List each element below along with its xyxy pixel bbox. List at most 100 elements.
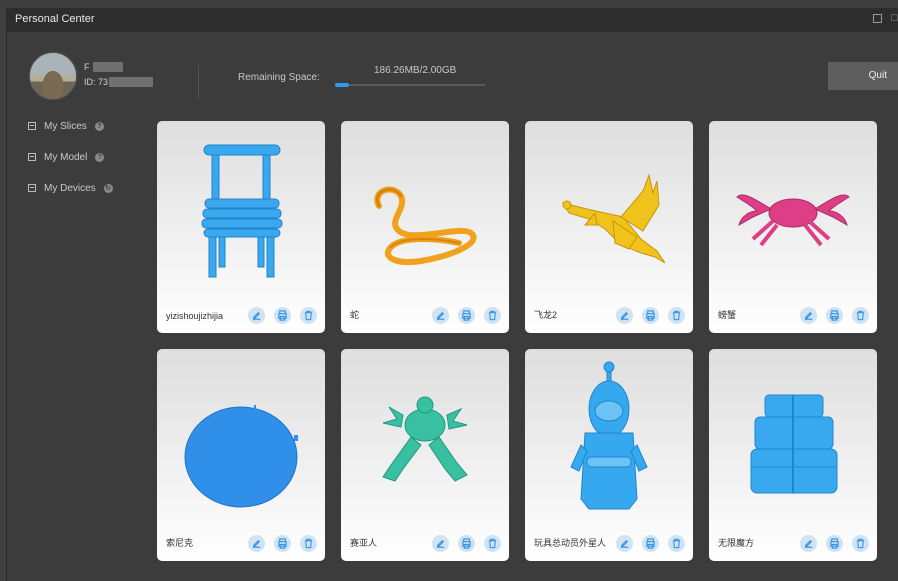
snake-model-thumbnail bbox=[374, 186, 477, 265]
redacted-id bbox=[109, 77, 153, 87]
edit-icon bbox=[252, 311, 261, 320]
trash-icon bbox=[856, 538, 865, 549]
saiyan-model-thumbnail bbox=[382, 396, 468, 482]
sidebar-item-my-model[interactable]: My Model ? bbox=[28, 149, 128, 165]
delete-button[interactable] bbox=[668, 307, 685, 324]
maximize-icon[interactable] bbox=[873, 14, 882, 23]
remaining-space-value: 186.26MB/2.00GB bbox=[374, 65, 457, 76]
model-name: 玩具总动员外星人 bbox=[534, 538, 607, 548]
delete-button[interactable] bbox=[484, 535, 501, 552]
help-icon[interactable]: ? bbox=[95, 152, 105, 162]
help-icon[interactable]: ? bbox=[94, 121, 104, 131]
edit-button[interactable] bbox=[432, 535, 449, 552]
printer-icon bbox=[646, 538, 655, 549]
printer-icon bbox=[462, 538, 471, 549]
trash-icon bbox=[856, 310, 865, 321]
sidebar-item-my-devices[interactable]: My Devices ↻ bbox=[28, 180, 128, 196]
trash-icon bbox=[304, 538, 313, 549]
printer-icon bbox=[278, 538, 287, 549]
printer-icon bbox=[278, 310, 287, 321]
window-title: Personal Center bbox=[15, 13, 95, 25]
trash-icon bbox=[304, 310, 313, 321]
model-name: 飞龙2 bbox=[534, 310, 558, 320]
folder-icon bbox=[28, 153, 36, 161]
edit-button[interactable] bbox=[800, 535, 817, 552]
print-button[interactable] bbox=[274, 535, 291, 552]
alien-model-thumbnail bbox=[570, 361, 648, 510]
sidebar-item-label: My Model bbox=[44, 151, 88, 163]
print-button[interactable] bbox=[642, 307, 659, 324]
print-button[interactable] bbox=[826, 307, 843, 324]
infinity-cube-model-thumbnail bbox=[750, 394, 838, 494]
redacted-name bbox=[93, 62, 123, 72]
header-divider bbox=[198, 65, 199, 99]
quit-button[interactable]: Quit bbox=[828, 62, 898, 90]
delete-button[interactable] bbox=[668, 535, 685, 552]
sidebar-item-label: My Devices bbox=[44, 182, 96, 194]
delete-button[interactable] bbox=[484, 307, 501, 324]
printer-icon bbox=[830, 310, 839, 321]
delete-button[interactable] bbox=[852, 535, 869, 552]
model-name: 螃蟹 bbox=[718, 310, 737, 320]
folder-icon bbox=[28, 184, 36, 192]
remaining-space-label: Remaining Space: bbox=[238, 72, 320, 83]
printer-icon bbox=[830, 538, 839, 549]
user-name: F bbox=[84, 62, 90, 72]
dragon-model-thumbnail bbox=[561, 173, 666, 264]
print-button[interactable] bbox=[458, 307, 475, 324]
edit-icon bbox=[620, 539, 629, 548]
title-bar: Personal Center □ bbox=[7, 8, 898, 32]
model-card[interactable]: 螃蟹 bbox=[709, 121, 877, 333]
edit-button[interactable] bbox=[616, 307, 633, 324]
print-button[interactable] bbox=[826, 535, 843, 552]
trash-icon bbox=[672, 310, 681, 321]
edit-button[interactable] bbox=[616, 535, 633, 552]
chair-model-thumbnail bbox=[201, 144, 283, 278]
print-button[interactable] bbox=[458, 535, 475, 552]
model-card[interactable]: 索尼克 bbox=[157, 349, 325, 561]
storage-progress-bar bbox=[335, 83, 485, 87]
model-name: 赛亚人 bbox=[350, 538, 378, 548]
model-name: 蛇 bbox=[350, 310, 360, 320]
model-name: yizishoujizhijia bbox=[166, 311, 224, 321]
edit-button[interactable] bbox=[432, 307, 449, 324]
delete-button[interactable] bbox=[300, 535, 317, 552]
model-name: 无限魔方 bbox=[718, 538, 755, 548]
storage-progress-fill bbox=[335, 83, 349, 87]
model-name: 索尼克 bbox=[166, 538, 194, 548]
printer-icon bbox=[646, 310, 655, 321]
trash-icon bbox=[672, 538, 681, 549]
trash-icon bbox=[488, 538, 497, 549]
print-button[interactable] bbox=[274, 307, 291, 324]
edit-button[interactable] bbox=[248, 307, 265, 324]
edit-icon bbox=[252, 539, 261, 548]
crab-model-thumbnail bbox=[736, 194, 850, 247]
sidebar-item-my-slices[interactable]: My Slices ? bbox=[28, 118, 128, 134]
edit-icon bbox=[436, 539, 445, 548]
edit-icon bbox=[436, 311, 445, 320]
model-card[interactable]: 飞龙2 bbox=[525, 121, 693, 333]
model-card[interactable]: 蛇 bbox=[341, 121, 509, 333]
edit-button[interactable] bbox=[248, 535, 265, 552]
print-button[interactable] bbox=[642, 535, 659, 552]
model-card[interactable]: 赛亚人 bbox=[341, 349, 509, 561]
edit-icon bbox=[620, 311, 629, 320]
trash-icon bbox=[488, 310, 497, 321]
refresh-icon[interactable]: ↻ bbox=[103, 183, 113, 193]
personal-center-window: Personal Center □ F ID: 73 Remaining Spa… bbox=[6, 8, 898, 581]
edit-button[interactable] bbox=[800, 307, 817, 324]
folder-icon bbox=[28, 122, 36, 130]
close-icon[interactable]: □ bbox=[891, 12, 898, 24]
model-card[interactable]: 玩具总动员外星人 bbox=[525, 349, 693, 561]
avatar[interactable] bbox=[29, 52, 77, 100]
sidebar-item-label: My Slices bbox=[44, 120, 87, 132]
edit-icon bbox=[804, 311, 813, 320]
disc-model-thumbnail bbox=[184, 405, 298, 508]
user-id: ID: 73 bbox=[84, 77, 109, 87]
edit-icon bbox=[804, 539, 813, 548]
printer-icon bbox=[462, 310, 471, 321]
model-card[interactable]: 无限魔方 bbox=[709, 349, 877, 561]
model-card[interactable]: yizishoujizhijia bbox=[157, 121, 325, 333]
delete-button[interactable] bbox=[300, 307, 317, 324]
delete-button[interactable] bbox=[852, 307, 869, 324]
